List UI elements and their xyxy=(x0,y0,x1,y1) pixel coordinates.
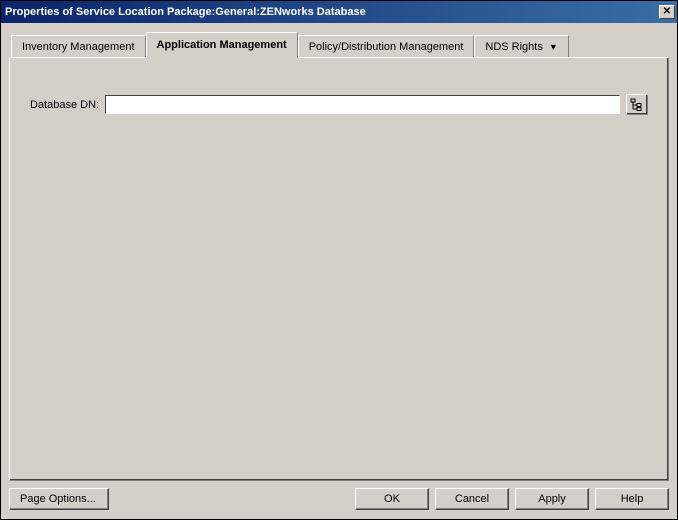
tab-label: NDS Rights xyxy=(485,41,542,53)
tab-label: Application Management xyxy=(157,39,287,51)
close-icon: ✕ xyxy=(663,7,671,17)
button-label: Page Options... xyxy=(20,493,96,505)
tab-label: Policy/Distribution Management xyxy=(309,41,464,53)
cancel-button[interactable]: Cancel xyxy=(435,488,509,510)
button-label: OK xyxy=(384,493,400,505)
button-label: Help xyxy=(621,493,644,505)
database-dn-label: Database DN: xyxy=(30,99,99,111)
titlebar: Properties of Service Location Package:G… xyxy=(1,1,677,23)
tab-nds-rights[interactable]: NDS Rights ▼ xyxy=(474,35,568,57)
tab-application-management[interactable]: Application Management xyxy=(146,32,298,58)
tab-policy-distribution-management[interactable]: Policy/Distribution Management xyxy=(298,35,475,57)
button-label: Apply xyxy=(538,493,566,505)
database-dn-row: Database DN: xyxy=(30,94,648,115)
ok-button[interactable]: OK xyxy=(355,488,429,510)
tab-label: Inventory Management xyxy=(22,41,135,53)
apply-button[interactable]: Apply xyxy=(515,488,589,510)
dialog-body: Inventory Management Application Managem… xyxy=(1,23,677,519)
tab-inventory-management[interactable]: Inventory Management xyxy=(11,35,146,57)
help-button[interactable]: Help xyxy=(595,488,669,510)
browse-tree-icon xyxy=(630,98,644,112)
button-row: Page Options... OK Cancel Apply Help xyxy=(9,481,669,513)
database-dn-input[interactable] xyxy=(105,95,620,114)
button-label: Cancel xyxy=(455,493,489,505)
window-title: Properties of Service Location Package:G… xyxy=(5,6,366,18)
close-button[interactable]: ✕ xyxy=(659,5,675,19)
page-options-button[interactable]: Page Options... xyxy=(9,488,109,510)
dropdown-arrow-icon: ▼ xyxy=(549,42,558,52)
tab-panel: Database DN: xyxy=(9,57,669,481)
browse-button[interactable] xyxy=(626,94,648,115)
properties-dialog: Properties of Service Location Package:G… xyxy=(0,0,678,520)
tab-strip: Inventory Management Application Managem… xyxy=(11,31,669,57)
